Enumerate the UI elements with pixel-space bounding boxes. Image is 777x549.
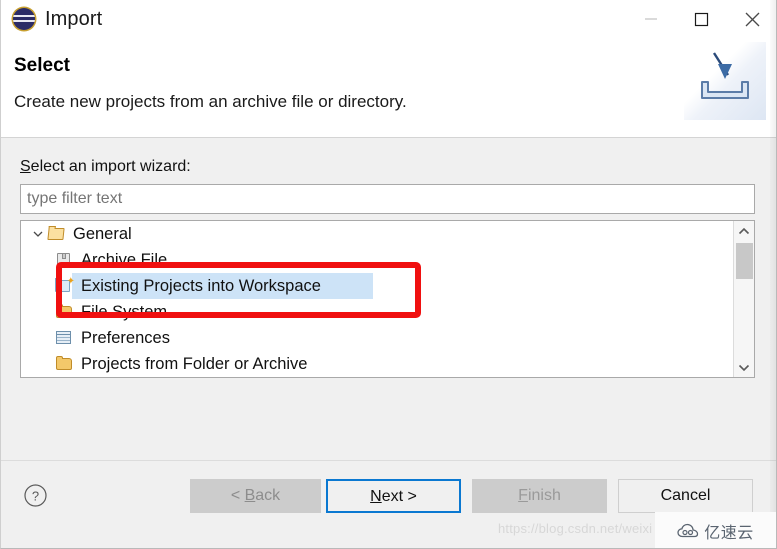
tree-item-preferences[interactable]: Preferences xyxy=(21,325,733,351)
finish-button-rest: inish xyxy=(527,487,561,504)
tree-rows: General Archive File ✦ Existing Projects… xyxy=(21,221,733,377)
tree-item-label: Preferences xyxy=(81,329,170,347)
next-button[interactable]: Next > xyxy=(326,479,461,513)
chevron-down-icon[interactable] xyxy=(734,357,754,377)
filter-label-rest: elect an import wizard: xyxy=(30,158,191,175)
tree-item-label: Archive File xyxy=(81,251,168,269)
tree-item-label: General xyxy=(73,225,132,243)
page-description: Create new projects from an archive file… xyxy=(14,92,407,111)
window-controls xyxy=(625,0,776,38)
wizard-header: Select Create new projects from an archi… xyxy=(1,38,776,138)
next-button-mnemonic: N xyxy=(370,488,382,505)
folder-open-icon xyxy=(47,225,67,243)
cancel-button[interactable]: Cancel xyxy=(618,479,753,513)
tree-item-file-system[interactable]: File System xyxy=(21,299,733,325)
tree-item-label: Existing Projects into Workspace xyxy=(81,277,321,295)
folder-icon xyxy=(55,355,75,373)
finish-button-mnemonic: F xyxy=(518,487,528,504)
watermark-logo-text: 亿速云 xyxy=(704,524,754,542)
import-banner-icon xyxy=(684,42,766,120)
back-button-mnemonic: B xyxy=(244,487,256,504)
tree-item-general[interactable]: General xyxy=(21,221,733,247)
back-button-prefix: < xyxy=(230,487,245,504)
svg-text:?: ? xyxy=(32,489,39,504)
project-import-icon: ✦ xyxy=(55,277,75,295)
tree-item-label: File System xyxy=(81,303,168,321)
import-wizard-dialog: Import Select Create new projects from a… xyxy=(0,0,777,549)
back-button-rest: ack xyxy=(255,487,281,504)
watermark-logo: 亿速云 xyxy=(655,512,776,548)
tree-item-label: Projects from Folder or Archive xyxy=(81,355,308,373)
page-title: Select xyxy=(14,55,70,76)
import-wizard-tree[interactable]: General Archive File ✦ Existing Projects… xyxy=(20,220,755,378)
tree-item-archive-file[interactable]: Archive File xyxy=(21,247,733,273)
preferences-icon xyxy=(55,329,75,347)
eclipse-icon xyxy=(12,7,36,31)
tree-item-existing-projects-into-workspace[interactable]: ✦ Existing Projects into Workspace xyxy=(21,273,733,299)
maximize-icon[interactable] xyxy=(676,0,727,38)
archive-file-icon xyxy=(55,251,75,269)
help-icon[interactable]: ? xyxy=(23,483,48,508)
scrollbar-thumb[interactable] xyxy=(736,243,753,279)
star-badge-icon: ✦ xyxy=(66,276,75,287)
watermark-url: https://blog.csdn.net/weixi xyxy=(498,521,653,536)
tree-scrollbar[interactable] xyxy=(733,221,754,377)
minimize-icon[interactable] xyxy=(625,0,676,38)
back-button[interactable]: < Back xyxy=(190,479,321,513)
tree-item-projects-from-folder-or-archive[interactable]: Projects from Folder or Archive xyxy=(21,351,733,377)
filter-label: Select an import wizard: xyxy=(20,158,191,176)
cloud-icon xyxy=(677,523,699,537)
title-bar: Import xyxy=(1,0,776,38)
search-input[interactable] xyxy=(20,184,755,214)
wizard-body: Select an import wizard: General Archive… xyxy=(1,139,776,460)
next-button-rest: ext > xyxy=(381,488,417,505)
filter-label-mnemonic: S xyxy=(20,158,31,175)
chevron-up-icon[interactable] xyxy=(734,221,754,241)
finish-button[interactable]: Finish xyxy=(472,479,607,513)
chevron-down-icon[interactable] xyxy=(29,229,47,239)
close-icon[interactable] xyxy=(727,0,776,38)
window-title: Import xyxy=(45,7,103,30)
folder-icon xyxy=(55,303,75,321)
